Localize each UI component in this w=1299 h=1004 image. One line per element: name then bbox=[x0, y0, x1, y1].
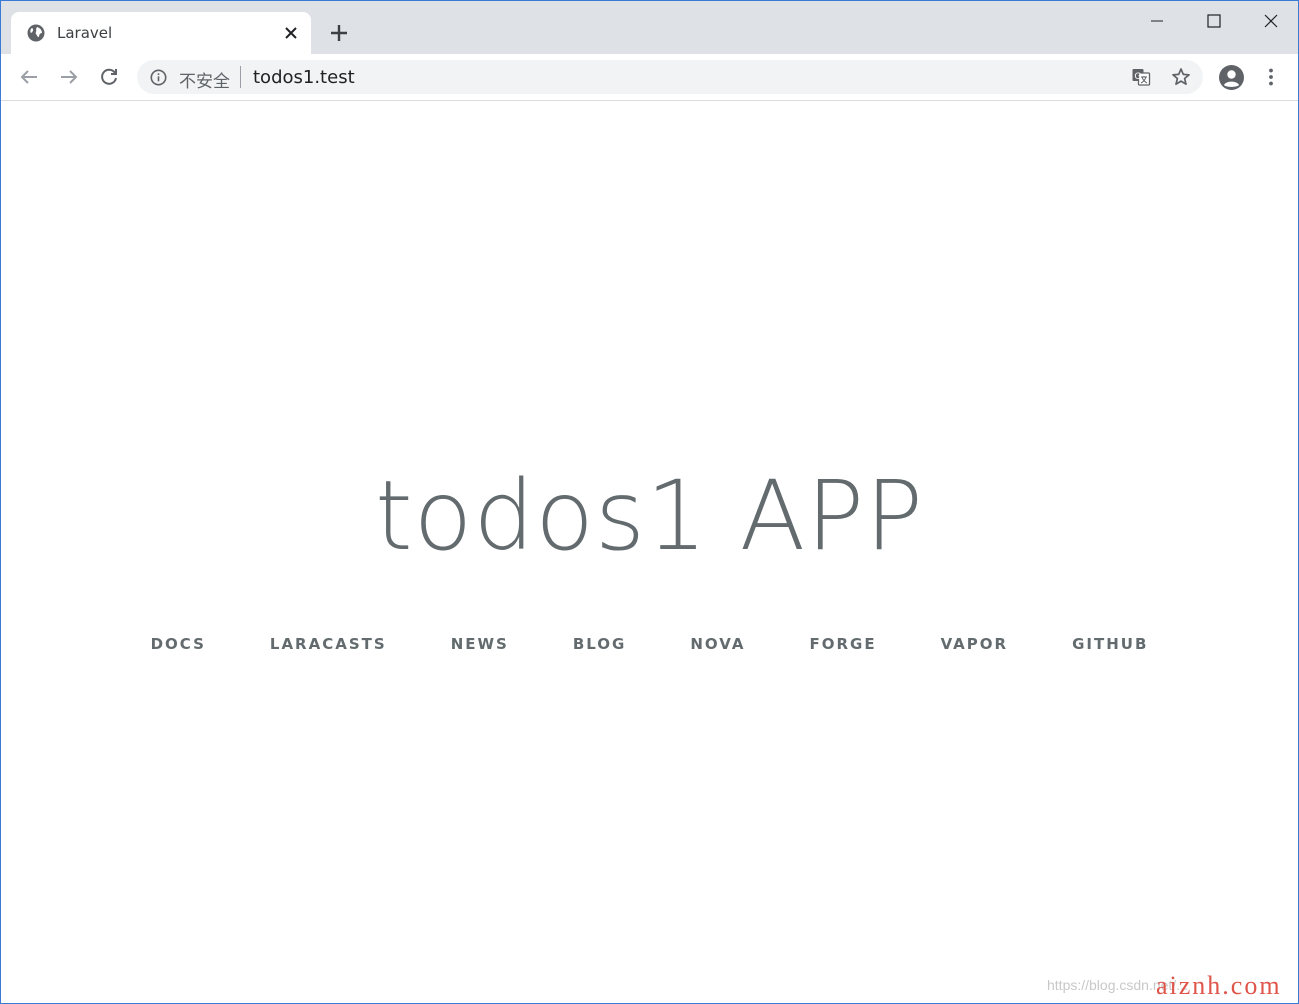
svg-text:G: G bbox=[1134, 72, 1141, 82]
close-tab-icon[interactable] bbox=[283, 25, 299, 41]
browser-toolbar: 不安全 todos1.test G bbox=[1, 54, 1298, 101]
link-forge[interactable]: FORGE bbox=[777, 635, 908, 653]
profile-avatar-icon[interactable] bbox=[1219, 65, 1244, 90]
tab-title: Laravel bbox=[57, 24, 113, 42]
forward-arrow-icon[interactable] bbox=[58, 66, 80, 88]
link-nova[interactable]: NOVA bbox=[658, 635, 777, 653]
translate-icon[interactable]: G bbox=[1131, 67, 1151, 87]
tab-strip: Laravel bbox=[1, 1, 1298, 54]
link-vapor[interactable]: VAPOR bbox=[909, 635, 1041, 653]
url-text[interactable]: todos1.test bbox=[253, 67, 355, 88]
close-window-icon[interactable] bbox=[1261, 11, 1281, 31]
new-tab-icon[interactable] bbox=[329, 23, 349, 43]
browser-window: Laravel 不安全 todos1.test G todos1 APP DOC… bbox=[0, 0, 1299, 1004]
page-title: todos1 APP bbox=[374, 460, 925, 572]
bookmark-star-icon[interactable] bbox=[1171, 67, 1191, 87]
back-arrow-icon[interactable] bbox=[18, 66, 40, 88]
nav-links: DOCS LARACASTS NEWS BLOG NOVA FORGE VAPOR GITHU… bbox=[1, 635, 1298, 654]
link-docs[interactable]: DOCS bbox=[119, 635, 238, 653]
kebab-menu-icon[interactable] bbox=[1261, 67, 1281, 87]
address-bar[interactable]: 不安全 todos1.test G bbox=[137, 60, 1203, 94]
url-separator bbox=[240, 66, 241, 88]
security-label: 不安全 bbox=[179, 72, 230, 92]
tab-laravel[interactable]: Laravel bbox=[11, 12, 311, 54]
link-github[interactable]: GITHUB bbox=[1040, 635, 1180, 653]
watermark-brand: aiznh.com bbox=[1156, 971, 1282, 1000]
link-laracasts[interactable]: LARACASTS bbox=[238, 635, 419, 653]
info-icon[interactable] bbox=[150, 69, 167, 86]
reload-icon[interactable] bbox=[98, 66, 120, 88]
page-viewport: todos1 APP DOCS LARACASTS NEWS BLOG NOVA FORG… bbox=[1, 101, 1298, 1003]
globe-icon bbox=[27, 24, 45, 42]
minimize-icon[interactable] bbox=[1147, 11, 1167, 31]
link-news[interactable]: NEWS bbox=[419, 635, 541, 653]
link-blog[interactable]: BLOG bbox=[541, 635, 659, 653]
maximize-icon[interactable] bbox=[1204, 11, 1224, 31]
